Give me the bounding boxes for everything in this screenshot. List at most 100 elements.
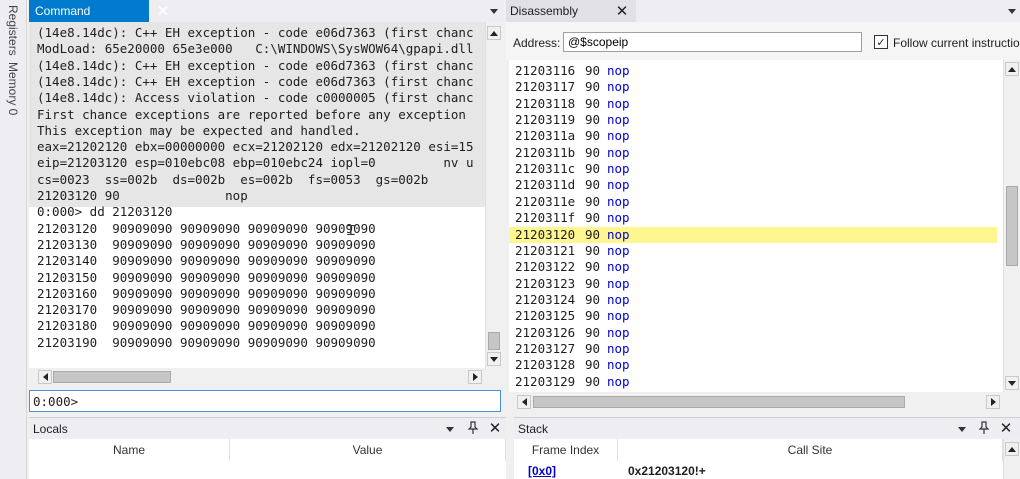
mnemonic: nop xyxy=(607,193,630,209)
opcode-bytes: 90 xyxy=(585,324,601,340)
instruction-row[interactable]: 2120311b 90 nop xyxy=(509,145,997,161)
mnemonic: nop xyxy=(607,144,630,160)
scroll-thumb[interactable] xyxy=(1006,186,1018,266)
instruction-row[interactable]: 2120311e 90 nop xyxy=(509,194,997,210)
close-icon[interactable]: ✕ xyxy=(487,420,503,437)
instruction-row[interactable]: 21203122 90 nop xyxy=(509,259,997,275)
opcode-bytes: 90 xyxy=(585,128,601,144)
output-line: 21203170 90909090 90909090 90909090 9090… xyxy=(37,302,376,318)
mnemonic: nop xyxy=(607,259,630,275)
output-line: 21203180 90909090 90909090 90909090 9090… xyxy=(37,318,376,334)
opcode-bytes: 90 xyxy=(585,291,601,307)
disassembly-vscrollbar[interactable] xyxy=(1003,60,1020,392)
close-icon[interactable]: ✕ xyxy=(155,3,171,20)
instruction-row[interactable]: 21203124 90 nop xyxy=(509,292,997,308)
opcode-bytes: 90 xyxy=(585,177,601,193)
disassembly-hscrollbar[interactable] xyxy=(509,393,1003,411)
pin-icon[interactable] xyxy=(466,421,480,435)
output-line: (14e8.14dc): C++ EH exception - code e06… xyxy=(37,25,474,40)
opcode-bytes: 90 xyxy=(585,161,601,177)
mnemonic: nop xyxy=(607,128,630,144)
close-icon[interactable]: ✕ xyxy=(614,3,630,20)
instruction-address: 21203125 xyxy=(515,308,576,324)
table-row[interactable]: [0x0] 0x21203120!+ xyxy=(514,461,1003,479)
opcode-bytes: 90 xyxy=(585,210,601,226)
instruction-row[interactable]: 2120311d 90 nop xyxy=(509,177,997,193)
instruction-address: 21203122 xyxy=(515,259,576,275)
tab-registers[interactable]: Registers xyxy=(2,4,24,56)
instruction-row[interactable]: 21203121 90 nop xyxy=(509,243,997,259)
panel-menu-icon[interactable] xyxy=(958,427,966,432)
command-input[interactable] xyxy=(82,392,492,410)
tab-command[interactable]: Command xyxy=(29,0,149,22)
opcode-bytes: 90 xyxy=(585,144,601,160)
scroll-thumb[interactable] xyxy=(533,396,905,408)
panel-menu-icon[interactable] xyxy=(1008,9,1016,14)
stack-header: Stack ✕ xyxy=(514,417,1020,439)
instruction-row[interactable]: 21203127 90 nop xyxy=(509,341,997,357)
locals-col-name[interactable]: Name xyxy=(29,439,230,461)
opcode-bytes: 90 xyxy=(585,193,601,209)
instruction-row[interactable]: 21203117 90 nop xyxy=(509,79,997,95)
scroll-down-icon[interactable] xyxy=(1005,376,1019,390)
command-input-box[interactable]: 0:000> xyxy=(29,390,501,412)
command-title: Command xyxy=(35,4,91,18)
pin-icon[interactable] xyxy=(977,421,991,435)
locals-header: Locals ✕ xyxy=(29,417,506,439)
instruction-row[interactable]: 2120311f 90 nop xyxy=(509,210,997,226)
stack-col-callsite[interactable]: Call Site xyxy=(618,439,1003,461)
instruction-row[interactable]: 21203129 90 nop xyxy=(509,374,997,390)
current-instruction-row[interactable]: 21203120 90 nop xyxy=(509,226,997,243)
mnemonic: nop xyxy=(607,79,630,95)
command-hscrollbar[interactable] xyxy=(29,368,485,386)
scroll-up-icon[interactable] xyxy=(1005,62,1019,76)
instruction-address: 2120311b xyxy=(515,144,576,160)
scroll-thumb[interactable] xyxy=(53,371,171,383)
scroll-left-icon[interactable] xyxy=(38,370,52,384)
stack-vscrollbar[interactable] xyxy=(1003,439,1020,479)
command-vscrollbar[interactable] xyxy=(485,22,502,370)
command-tabbar: Command ✕ xyxy=(29,0,504,22)
tab-memory-0[interactable]: Memory 0 xyxy=(2,60,24,118)
mnemonic: nop xyxy=(607,373,630,389)
instruction-address: 21203119 xyxy=(515,112,576,128)
instruction-row[interactable]: 21203126 90 nop xyxy=(509,325,997,341)
panel-menu-icon[interactable] xyxy=(446,427,454,432)
locals-col-value[interactable]: Value xyxy=(230,439,506,461)
output-line: 21203190 90909090 90909090 90909090 9090… xyxy=(37,334,376,350)
panel-menu-icon[interactable] xyxy=(490,9,498,14)
stack-title: Stack xyxy=(518,422,549,436)
disassembly-view[interactable]: 21203116 90 nop 21203117 90 nop 21203118 90 nop 2… xyxy=(509,60,1003,392)
instruction-address: 2120311c xyxy=(515,161,576,177)
disassembly-title: Disassembly xyxy=(510,4,579,18)
instruction-address: 21203129 xyxy=(515,373,576,389)
scroll-thumb[interactable] xyxy=(488,332,500,350)
instruction-row[interactable]: 21203123 90 nop xyxy=(509,276,997,292)
opcode-bytes: 90 xyxy=(585,357,601,373)
instruction-row[interactable]: 21203116 90 nop xyxy=(509,63,997,79)
opcode-bytes: 90 xyxy=(585,308,601,324)
instruction-row[interactable]: 21203125 90 nop xyxy=(509,308,997,324)
scroll-left-icon[interactable] xyxy=(517,395,531,409)
output-line: eax=21202120 ebx=00000000 ecx=21202120 e… xyxy=(37,139,474,155)
follow-checkbox[interactable]: ✓ xyxy=(874,35,888,49)
address-input[interactable] xyxy=(563,32,862,52)
scroll-right-icon[interactable] xyxy=(468,370,482,384)
output-line: eip=21203120 esp=010ebc08 ebp=010ebc24 i… xyxy=(37,155,474,171)
instruction-address: 21203126 xyxy=(515,324,576,340)
instruction-row[interactable]: 21203128 90 nop xyxy=(509,357,997,373)
instruction-row[interactable]: 2120311c 90 nop xyxy=(509,161,997,177)
command-output[interactable]: (14e8.14dc): C++ EH exception - code e06… xyxy=(29,22,485,370)
output-line: (14e8.14dc): C++ EH exception - code e06… xyxy=(37,73,474,89)
scroll-up-icon[interactable] xyxy=(1005,442,1019,456)
scroll-up-icon[interactable] xyxy=(487,26,501,40)
instruction-address: 2120311a xyxy=(515,128,576,144)
stack-col-frame[interactable]: Frame Index xyxy=(514,439,618,461)
scroll-down-icon[interactable] xyxy=(487,352,501,366)
instruction-row[interactable]: 21203118 90 nop xyxy=(509,96,997,112)
close-icon[interactable]: ✕ xyxy=(998,420,1014,437)
instruction-row[interactable]: 2120311a 90 nop xyxy=(509,128,997,144)
frame-index-link[interactable]: [0x0] xyxy=(528,464,556,478)
scroll-right-icon[interactable] xyxy=(986,395,1000,409)
instruction-row[interactable]: 21203119 90 nop xyxy=(509,112,997,128)
